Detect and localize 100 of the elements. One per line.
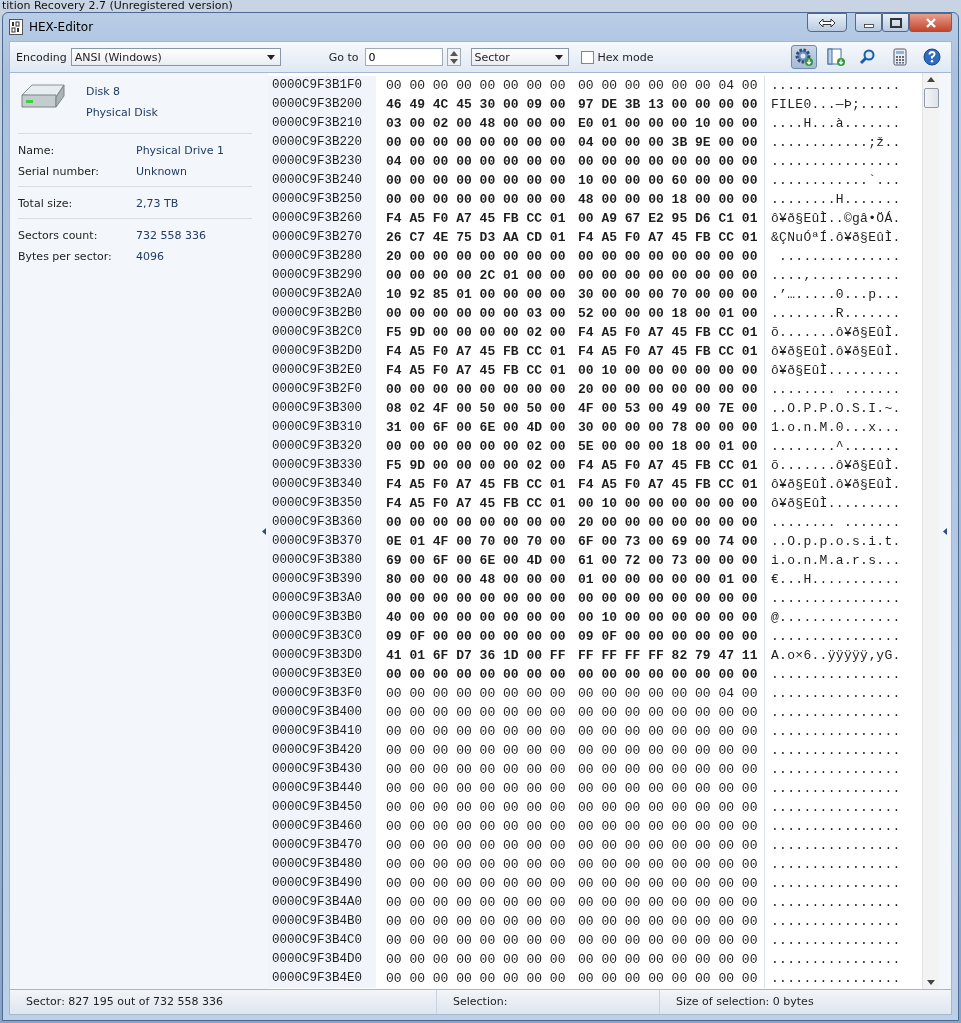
ascii-text: ..O.P.P.O.S.I.~. <box>764 399 914 418</box>
hex-bytes: 00 00 00 00 00 00 00 00 <box>577 705 759 720</box>
scrollbar-thumb[interactable] <box>923 88 939 108</box>
ascii-text: ................ <box>764 969 914 988</box>
ascii-text: FILE0...—Þ;..... <box>764 95 914 114</box>
offset-cell: 0000C9F3B4C0 <box>268 931 376 950</box>
hex-bytes: 00 00 00 00 00 00 00 00 <box>577 249 759 264</box>
hex-bytes: 46 49 4C 45 30 00 09 00 <box>385 97 567 112</box>
goto-label: Go to <box>328 50 359 64</box>
hex-bytes: 00 00 00 00 00 00 00 00 <box>385 515 567 530</box>
ascii-text: ........ ....... <box>764 380 914 399</box>
ascii-text: ................ <box>764 589 914 608</box>
gear-icon <box>794 47 814 67</box>
ascii-text: €...H........... <box>764 570 914 589</box>
hex-bytes: F4 A5 F0 A7 45 FB CC 01 <box>385 211 567 226</box>
offset-cell: 0000C9F3B220 <box>268 133 376 152</box>
hex-bytes: 00 00 00 00 00 00 00 00 <box>385 952 567 967</box>
hex-bytes: 00 00 00 00 00 00 00 00 <box>385 667 567 682</box>
goto-field[interactable]: 0 <box>364 48 443 66</box>
ascii-text: ..O.p.p.o.s.i.t. <box>764 532 914 551</box>
offset-cell: 0000C9F3B420 <box>268 741 376 760</box>
hex-bytes: 00 00 00 00 00 00 00 00 <box>385 971 567 986</box>
disk-type: Physical Disk <box>86 106 158 119</box>
hex-bytes: 09 0F 00 00 00 00 00 00 <box>385 629 567 644</box>
window-title: HEX-Editor <box>29 20 94 34</box>
property-label: Serial number: <box>18 165 101 178</box>
offset-cell: 0000C9F3B450 <box>268 798 376 817</box>
encoding-dropdown[interactable]: ANSI (Windows) <box>70 48 281 66</box>
ascii-text: ................ <box>764 152 914 171</box>
offset-cell: 0000C9F3B4A0 <box>268 893 376 912</box>
ascii-text: ô¥ð§EûÌ......... <box>764 494 914 513</box>
minimize-button[interactable] <box>855 13 882 32</box>
expand-arrow-icon[interactable] <box>943 527 947 535</box>
hex-bytes: 00 00 00 00 00 00 00 00 <box>577 895 759 910</box>
hex-bytes: 00 00 00 00 00 00 00 00 <box>577 762 759 777</box>
hex-bytes: F4 A5 F0 A7 45 FB CC 01 <box>577 458 759 473</box>
scroll-up-icon[interactable] <box>927 77 935 82</box>
ascii-text: ........ ....... <box>764 513 914 532</box>
settings-button[interactable] <box>791 45 817 69</box>
hex-bytes: 10 00 00 00 60 00 00 00 <box>577 173 759 188</box>
ascii-text: i.o.n.M.a.r.s... <box>764 551 914 570</box>
hex-bytes: 61 00 72 00 73 00 00 00 <box>577 553 759 568</box>
hex-bytes: 00 00 00 00 00 00 00 00 <box>577 933 759 948</box>
hex-bytes: 00 00 00 00 00 00 00 00 <box>385 800 567 815</box>
calculator-icon <box>890 47 910 67</box>
offset-cell: 0000C9F3B470 <box>268 836 376 855</box>
hex-bytes: 00 00 00 00 00 00 00 00 <box>577 857 759 872</box>
hex-bytes: 20 00 00 00 00 00 00 00 <box>385 249 567 264</box>
offset-cell: 0000C9F3B240 <box>268 171 376 190</box>
vertical-scrollbar[interactable] <box>922 73 939 989</box>
spinner-control[interactable] <box>446 48 461 66</box>
swap-button[interactable] <box>807 13 847 32</box>
offset-cell: 0000C9F3B260 <box>268 209 376 228</box>
close-button[interactable] <box>909 13 952 32</box>
hex-bytes: 01 00 00 00 00 00 01 00 <box>577 572 759 587</box>
ascii-text: &ÇNuÓªÍ.ô¥ð§EûÌ. <box>764 228 914 247</box>
hex-bytes: 09 0F 00 00 00 00 00 00 <box>577 629 759 644</box>
ascii-text: ................ <box>764 741 914 760</box>
scroll-down-icon[interactable] <box>927 980 935 985</box>
unit-dropdown[interactable]: Sector <box>470 48 569 66</box>
hex-bytes: 00 00 00 00 00 00 00 00 <box>385 933 567 948</box>
hex-bytes: 00 00 00 00 00 00 00 00 <box>385 838 567 853</box>
hex-bytes: F4 A5 F0 A7 45 FB CC 01 <box>577 230 759 245</box>
offset-cell: 0000C9F3B400 <box>268 703 376 722</box>
hex-mode-checkbox[interactable] <box>580 50 594 64</box>
offset-cell: 0000C9F3B460 <box>268 817 376 836</box>
hex-bytes: F4 A5 F0 A7 45 FB CC 01 <box>577 477 759 492</box>
hex-bytes: F4 A5 F0 A7 45 FB CC 01 <box>385 496 567 511</box>
ascii-text: õ.......ô¥ð§EûÌ. <box>764 456 914 475</box>
ascii-text: ........^....... <box>764 437 914 456</box>
ascii-text: ô¥ð§EûÌ.ô¥ð§EûÌ. <box>764 475 914 494</box>
offset-cell: 0000C9F3B310 <box>268 418 376 437</box>
hex-bytes: 00 00 00 00 00 00 00 00 <box>385 705 567 720</box>
property-label: Name: <box>18 144 56 157</box>
offset-cell: 0000C9F3B2A0 <box>268 285 376 304</box>
ascii-text: 1.o.n.M.0...x... <box>764 418 914 437</box>
offset-cell: 0000C9F3B230 <box>268 152 376 171</box>
hex-bytes: 00 00 00 00 00 00 00 00 <box>385 762 567 777</box>
up-arrow-icon <box>449 50 458 56</box>
offset-cell: 0000C9F3B440 <box>268 779 376 798</box>
hex-bytes: 00 00 00 00 00 00 00 00 <box>577 876 759 891</box>
offset-cell: 0000C9F3B290 <box>268 266 376 285</box>
maximize-button[interactable] <box>882 13 909 32</box>
ascii-text: ................ <box>764 893 914 912</box>
offset-cell: 0000C9F3B330 <box>268 456 376 475</box>
hex-bytes: 00 00 00 00 2C 01 00 00 <box>385 268 567 283</box>
hex-bytes: 20 00 00 00 00 00 00 00 <box>577 382 759 397</box>
hex-bytes: 4F 00 53 00 49 00 7E 00 <box>577 401 759 416</box>
down-arrow-icon <box>449 58 458 64</box>
hex-bytes: 00 00 00 00 00 00 04 00 <box>577 686 759 701</box>
offset-cell: 0000C9F3B380 <box>268 551 376 570</box>
collapse-arrow-icon[interactable] <box>262 527 266 535</box>
offset-cell: 0000C9F3B490 <box>268 874 376 893</box>
hex-bytes: 04 00 00 00 3B 9E 00 00 <box>577 135 759 150</box>
hex-bytes: F4 A5 F0 A7 45 FB CC 01 <box>577 344 759 359</box>
offset-cell: 0000C9F3B210 <box>268 114 376 133</box>
offset-cell: 0000C9F3B320 <box>268 437 376 456</box>
ascii-text: ............;ž.. <box>764 133 914 152</box>
offset-cell: 0000C9F3B200 <box>268 95 376 114</box>
ascii-text: ô¥ð§EûÌ......... <box>764 361 914 380</box>
